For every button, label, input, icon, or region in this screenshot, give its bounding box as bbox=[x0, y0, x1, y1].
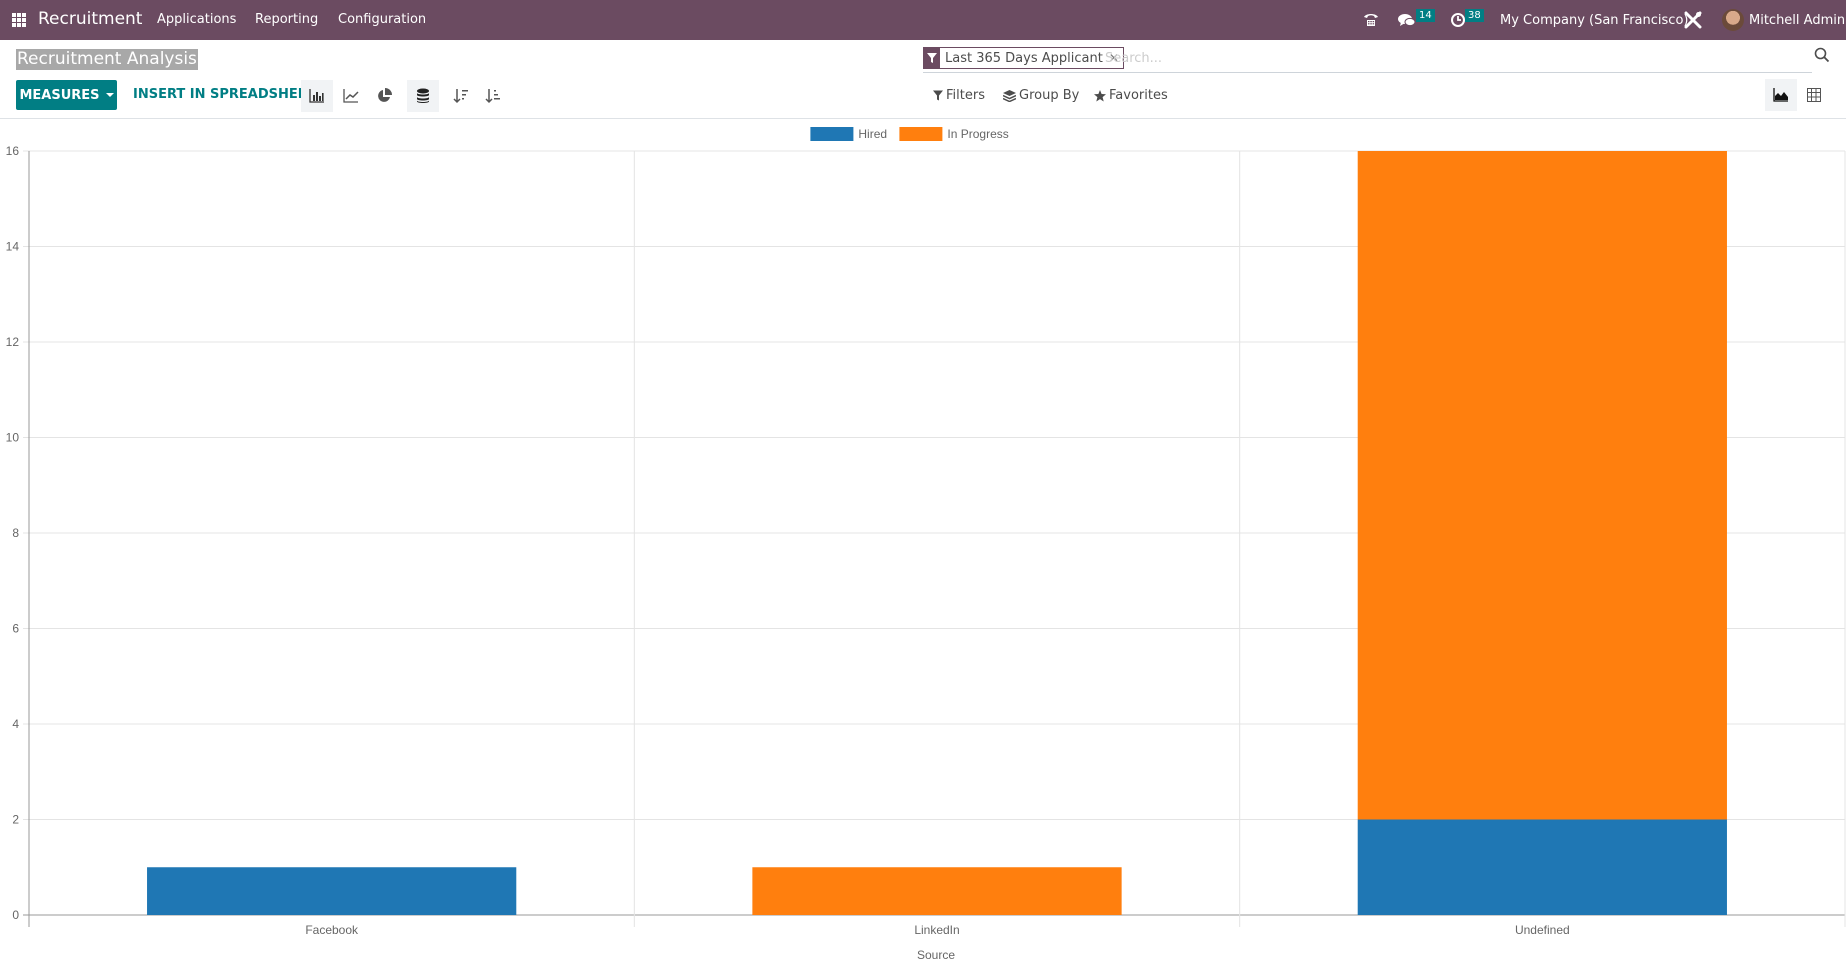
filters-button[interactable]: Filters bbox=[933, 88, 985, 103]
menu-reporting[interactable]: Reporting bbox=[255, 12, 318, 27]
groupby-label: Group By bbox=[1019, 88, 1080, 103]
bar-in-progress-linkedin bbox=[752, 867, 1122, 915]
phone-icon[interactable] bbox=[1363, 12, 1379, 32]
y-tick-label: 14 bbox=[6, 240, 20, 254]
graph-chart: Hired In Progress 0 2 4 6 8 10 12 14 16 Facebook Li… bbox=[0, 119, 1846, 968]
activities-badge: 38 bbox=[1465, 9, 1484, 22]
search-facet: Last 365 Days Applicant ✕ bbox=[923, 47, 1124, 69]
legend-swatch bbox=[899, 127, 943, 141]
top-navbar: Recruitment Applications Reporting Confi… bbox=[0, 0, 1846, 40]
facet-label: Last 365 Days Applicant bbox=[945, 50, 1103, 66]
measures-label: MEASURES bbox=[19, 87, 100, 103]
graph-view-button[interactable] bbox=[1765, 79, 1797, 111]
sort-descending-button[interactable] bbox=[445, 80, 477, 112]
x-tick-label: LinkedIn bbox=[914, 923, 959, 937]
y-tick-label: 0 bbox=[12, 908, 19, 922]
database-stack-icon bbox=[417, 88, 429, 103]
y-tick-label: 2 bbox=[12, 813, 19, 827]
filter-icon bbox=[924, 48, 940, 68]
activities-clock-icon[interactable] bbox=[1450, 12, 1466, 32]
y-tick-label: 16 bbox=[6, 144, 20, 158]
y-tick-label: 8 bbox=[12, 526, 19, 540]
page-title: Recruitment Analysis bbox=[16, 49, 198, 70]
x-tick-label: Undefined bbox=[1515, 923, 1570, 937]
app-brand[interactable]: Recruitment bbox=[38, 9, 142, 29]
y-tick-label: 10 bbox=[6, 431, 20, 445]
x-tick-label: Facebook bbox=[305, 923, 359, 937]
pie-chart-button[interactable] bbox=[368, 80, 400, 112]
chart-legend: Hired In Progress bbox=[810, 127, 1009, 141]
stacked-toggle-button[interactable] bbox=[407, 80, 439, 112]
area-chart-icon bbox=[1773, 88, 1788, 102]
search-icon[interactable] bbox=[1814, 47, 1834, 67]
chart-axes: 0 2 4 6 8 10 12 14 16 Facebook LinkedIn Undefined bbox=[6, 144, 1570, 937]
insert-spreadsheet-button[interactable]: INSERT IN SPREADSHEET bbox=[133, 87, 316, 102]
user-menu[interactable]: Mitchell Admin bbox=[1749, 0, 1845, 40]
measures-button[interactable]: MEASURES bbox=[16, 80, 117, 110]
company-switcher[interactable]: My Company (San Francisco) bbox=[1500, 0, 1688, 40]
bar-hired-facebook bbox=[147, 867, 517, 915]
y-tick-label: 4 bbox=[12, 717, 19, 731]
x-axis-title: Source bbox=[917, 948, 955, 962]
sort-ascending-button[interactable] bbox=[477, 80, 509, 112]
table-grid-icon bbox=[1807, 88, 1821, 102]
menu-configuration[interactable]: Configuration bbox=[338, 12, 426, 27]
line-chart-icon bbox=[343, 89, 359, 103]
bar-chart-icon bbox=[309, 89, 324, 103]
bar-hired-undefined bbox=[1357, 819, 1727, 915]
y-tick-label: 12 bbox=[6, 335, 20, 349]
bar-in-progress-undefined bbox=[1357, 151, 1727, 820]
legend-label: In Progress bbox=[947, 127, 1008, 141]
sort-descending-icon bbox=[453, 89, 468, 104]
filters-label: Filters bbox=[946, 88, 985, 103]
legend-label: Hired bbox=[858, 127, 887, 141]
pie-chart-icon bbox=[378, 88, 392, 102]
favorites-label: Favorites bbox=[1109, 88, 1168, 103]
legend-swatch bbox=[810, 127, 854, 141]
chart-canvas: Hired In Progress 0 2 4 6 8 10 12 14 16 Facebook Li… bbox=[6, 127, 1846, 962]
caret-down-icon bbox=[105, 93, 114, 97]
favorites-button[interactable]: Favorites bbox=[1094, 88, 1168, 103]
user-avatar[interactable] bbox=[1722, 9, 1744, 31]
apps-menu-icon[interactable] bbox=[12, 13, 26, 27]
search-input[interactable] bbox=[1105, 47, 1805, 69]
groupby-button[interactable]: Group By bbox=[1003, 88, 1079, 103]
messages-icon[interactable] bbox=[1398, 12, 1416, 32]
search-underline bbox=[923, 72, 1812, 73]
line-chart-button[interactable] bbox=[335, 80, 367, 112]
pivot-view-button[interactable] bbox=[1798, 79, 1830, 111]
star-icon bbox=[1094, 89, 1106, 101]
filter-icon bbox=[933, 90, 943, 101]
layers-icon bbox=[1003, 89, 1016, 102]
bar-chart-button[interactable] bbox=[301, 80, 333, 112]
debug-tools-icon[interactable] bbox=[1684, 11, 1702, 33]
sort-ascending-icon bbox=[485, 89, 500, 104]
y-tick-label: 6 bbox=[12, 622, 19, 636]
messages-badge: 14 bbox=[1416, 9, 1435, 22]
menu-applications[interactable]: Applications bbox=[157, 12, 236, 27]
